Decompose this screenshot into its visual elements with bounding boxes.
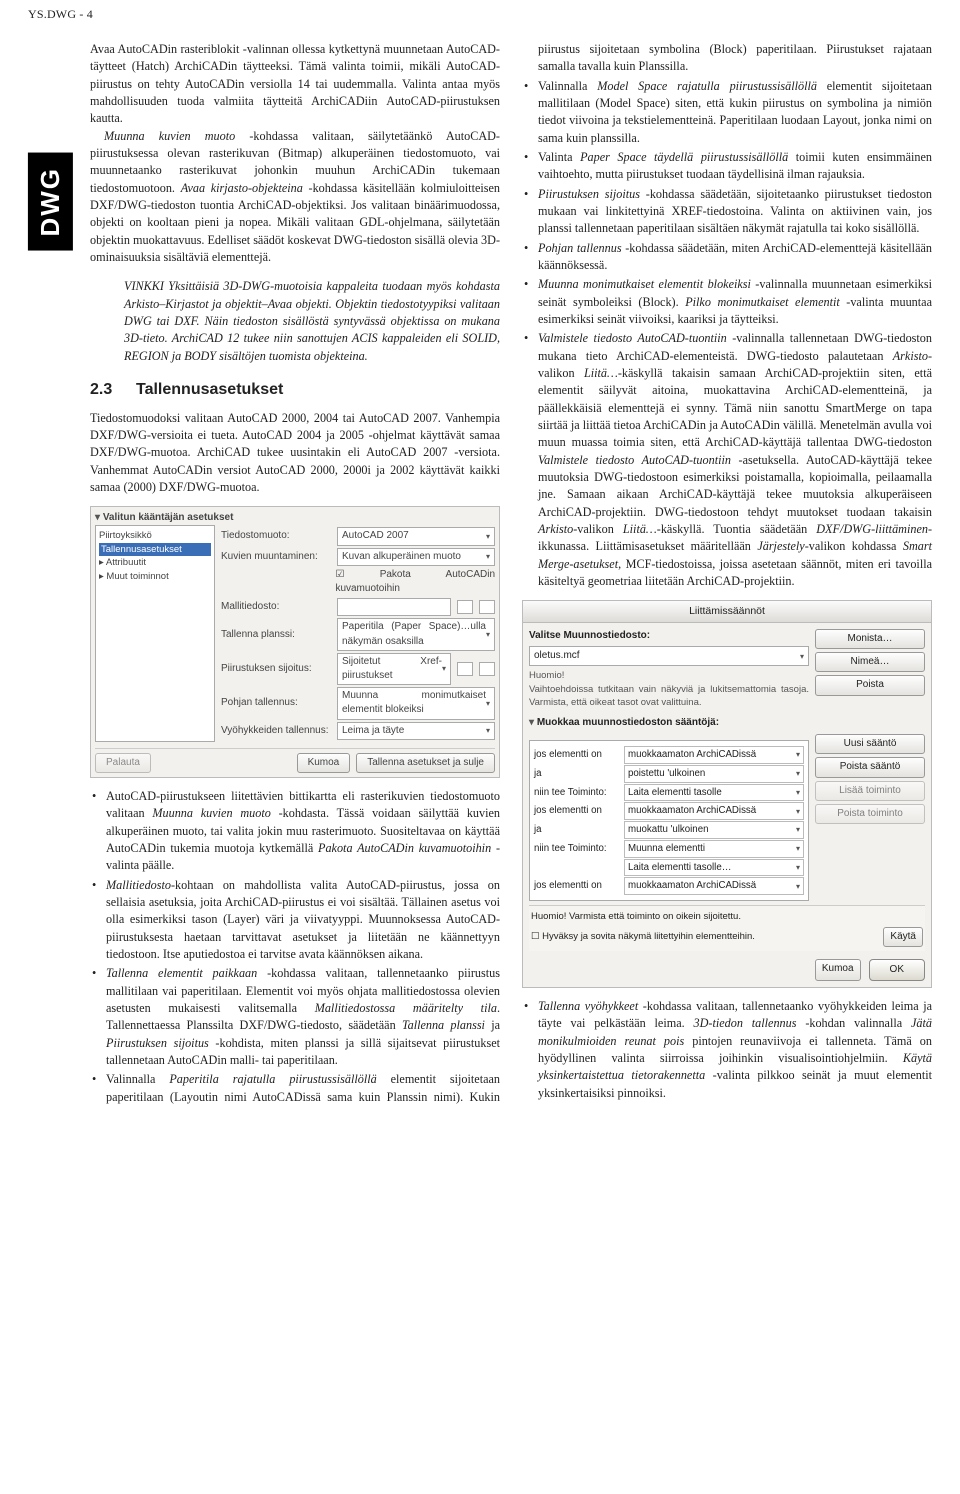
cancel-button[interactable]: Kumoa [815,959,861,981]
settings-dialog-figure: Valitun kääntäjän asetukset Piirtoyksikk… [90,506,500,778]
list-item: Valinnalla Model Space rajatulla piirust… [522,78,932,147]
dialog-button[interactable]: Nimeä… [815,652,925,672]
opt-icon[interactable] [457,662,473,676]
section-heading: 2.3Tallennusasetukset [90,379,500,402]
clear-icon[interactable] [479,600,495,614]
list-item: Valmistele tiedosto AutoCAD-tuontiin -va… [522,330,932,590]
list-item: Tallenna vyöhykkeet -kohdassa valitaan, … [522,998,932,1102]
restore-button[interactable]: Palauta [95,753,151,773]
list-item: Muunna monimutkaiset elementit blokeiksi… [522,276,932,328]
dialog-button[interactable]: Lisää toiminto [815,781,925,801]
side-tab-label: DWG [28,153,73,251]
ok-button[interactable]: OK [869,959,925,981]
opt-icon[interactable] [479,662,495,676]
body-columns: Avaa AutoCADin rasteriblokit -valinnan o… [90,41,932,1107]
list-item: Piirustuksen sijoitus -kohdassa säädetää… [522,186,932,238]
page-header: YS.DWG - 4 [28,6,932,23]
merge-rules-figure: Liittämissäännöt Valitse Muunnostiedosto… [522,600,932,988]
paragraph: Avaa AutoCADin rasteriblokit -valinnan o… [90,41,500,128]
browse-icon[interactable] [457,600,473,614]
apply-button[interactable]: Käytä [883,927,923,947]
list-item: Valinta Paper Space täydellä piirustussi… [522,149,932,184]
dialog-button[interactable]: Poista [815,675,925,695]
cancel-button[interactable]: Kumoa [297,753,351,773]
list-item: AutoCAD-piirustukseen liitettävien bitti… [90,788,500,875]
fig2-title: Liittämissäännöt [522,600,932,622]
side-tab-container: DWG [28,41,74,1107]
fig1-header: Valitun kääntäjän asetukset [95,511,495,525]
fig1-tree: Piirtoyksikkö Tallennusasetukset ▸ Attri… [95,525,215,741]
paragraph: Muunna kuvien muoto -kohdassa valitaan, … [90,128,500,267]
tip-block: VINKKI Yksittäisiä 3D-DWG-muotoisia kapp… [124,278,500,365]
dialog-button[interactable]: Monista… [815,629,925,649]
dialog-button[interactable]: Uusi sääntö [815,734,925,754]
bullet-list: Tallenna vyöhykkeet -kohdassa valitaan, … [522,998,932,1102]
list-item: Tallenna elementit paikkaan -kohdassa va… [90,965,500,1069]
dialog-button[interactable]: Poista toiminto [815,804,925,824]
paragraph: Tiedostomuodoksi valitaan AutoCAD 2000, … [90,410,500,497]
list-item: Mallitiedosto-kohtaan on mahdollista val… [90,877,500,964]
list-item: Pohjan tallennus -kohdassa säädetään, mi… [522,240,932,275]
save-close-button[interactable]: Tallenna asetukset ja sulje [356,753,495,773]
dialog-button[interactable]: Poista sääntö [815,757,925,777]
